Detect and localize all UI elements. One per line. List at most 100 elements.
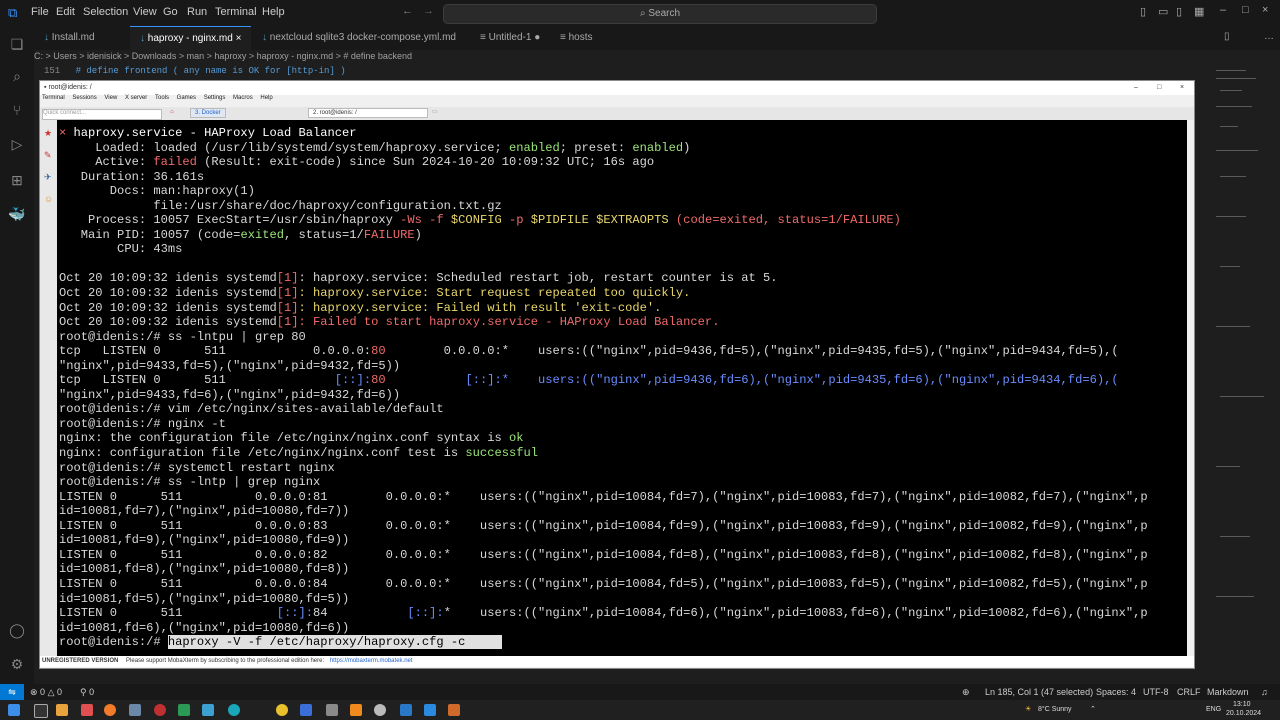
notifications-bell-icon[interactable]: ♫	[1261, 687, 1268, 697]
problems-indicator[interactable]: ⊗ 0 △ 0	[30, 687, 62, 698]
tab-nextcloud-md[interactable]: ↓ nextcloud sqlite3 docker-compose.yml.m…	[252, 26, 466, 50]
customize-layout-icon[interactable]: ▦	[1194, 5, 1204, 18]
menu-view[interactable]: View	[133, 6, 157, 18]
language-mode[interactable]: Markdown	[1207, 687, 1249, 697]
split-editor-icon[interactable]: ▯	[1224, 31, 1230, 42]
taskbar-app-2[interactable]	[81, 704, 93, 716]
menu-go[interactable]: Go	[163, 6, 178, 18]
taskbar-vlc-icon[interactable]	[350, 704, 362, 716]
moba-menu-macros[interactable]: Macros	[233, 95, 253, 101]
close-icon[interactable]: ×	[1262, 4, 1268, 16]
home-tab-icon[interactable]: ⌂	[170, 109, 174, 115]
run-debug-icon[interactable]: ▷	[8, 136, 26, 154]
tools-icon[interactable]: ✎	[44, 150, 52, 161]
source-control-icon[interactable]: ⑂	[8, 102, 26, 120]
explorer-icon[interactable]: ❏	[8, 36, 26, 54]
moba-menu-terminal[interactable]: Terminal	[42, 95, 65, 101]
menu-help[interactable]: Help	[262, 6, 285, 18]
moba-minimize-icon[interactable]: –	[1134, 81, 1138, 95]
taskbar-app-10[interactable]	[400, 704, 412, 716]
moba-menu-games[interactable]: Games	[177, 95, 196, 101]
maximize-icon[interactable]: □	[1242, 4, 1249, 16]
ports-indicator[interactable]: ⚲ 0	[80, 687, 94, 698]
tab-untitled-1[interactable]: ≡ Untitled-1 ●	[470, 26, 550, 50]
tab-close-icon[interactable]: ×	[236, 33, 242, 44]
encoding[interactable]: UTF-8	[1143, 687, 1169, 697]
layout-panel-icon[interactable]: ▭	[1158, 5, 1168, 18]
menu-run[interactable]: Run	[187, 6, 207, 18]
taskbar-app-files[interactable]	[34, 704, 48, 718]
moba-menu-help[interactable]: Help	[260, 95, 272, 101]
layout-sidebar-icon[interactable]: ▯	[1140, 5, 1146, 18]
indentation[interactable]: Spaces: 4	[1096, 687, 1136, 697]
taskbar-app-1[interactable]	[56, 704, 68, 716]
term-line: Main PID: 10057 (code=exited, status=1/F…	[59, 227, 422, 242]
warning-count: 0	[57, 687, 63, 697]
moba-menu-xserver[interactable]: X server	[125, 95, 147, 101]
start-icon[interactable]	[8, 704, 20, 716]
taskbar-app-9[interactable]	[374, 704, 386, 716]
eol[interactable]: CRLF	[1177, 687, 1201, 697]
taskbar-app-4[interactable]	[154, 704, 166, 716]
sftp-icon[interactable]: ✈	[44, 172, 52, 183]
docker-icon[interactable]: 🐳	[8, 206, 26, 224]
taskbar-mobaxterm-icon[interactable]	[448, 704, 460, 716]
tab-label: nextcloud sqlite3 docker-compose.yml.md	[269, 32, 456, 43]
minimap[interactable]	[1212, 66, 1270, 656]
taskbar-app-8[interactable]	[326, 704, 338, 716]
account-icon[interactable]: ◯	[8, 622, 26, 640]
tab-hosts[interactable]: ≡ hosts	[550, 26, 603, 50]
search-view-icon[interactable]: ⌕	[8, 68, 26, 86]
support-link[interactable]: https://mobaxterm.mobatek.net	[330, 658, 413, 664]
menu-edit[interactable]: Edit	[56, 6, 75, 18]
moba-menu-tools[interactable]: Tools	[155, 95, 169, 101]
layout-secondary-icon[interactable]: ▯	[1176, 5, 1182, 18]
selected-command[interactable]: haproxy -V -f /etc/haproxy/haproxy.cfg -…	[167, 635, 466, 650]
command-search[interactable]: ⌕ Search	[443, 4, 877, 24]
back-arrow-icon[interactable]: ←	[402, 5, 413, 17]
moba-maximize-icon[interactable]: □	[1157, 81, 1161, 95]
menu-file[interactable]: File	[31, 6, 49, 18]
manage-gear-icon[interactable]: ⚙	[8, 656, 26, 674]
tab-label: hosts	[568, 32, 593, 43]
more-actions-icon[interactable]: …	[1264, 31, 1274, 42]
minimize-icon[interactable]: –	[1220, 4, 1226, 16]
taskbar-chrome-icon[interactable]	[276, 704, 288, 716]
taskbar-firefox-icon[interactable]	[104, 704, 116, 716]
terminal-scrollbar[interactable]	[1187, 120, 1194, 656]
tray-chevron-icon[interactable]: ⌃	[1090, 705, 1096, 713]
extensions-icon[interactable]: ⊞	[8, 172, 26, 190]
macros-icon[interactable]: ☺	[44, 194, 53, 204]
menu-terminal[interactable]: Terminal	[215, 6, 257, 18]
zoom-icon[interactable]: ⊕	[962, 687, 970, 698]
clock-date[interactable]: 20.10.2024	[1226, 710, 1261, 717]
new-tab-icon[interactable]: ▭	[432, 108, 438, 115]
clock-time[interactable]: 13:10	[1233, 701, 1251, 708]
language-indicator[interactable]: ENG	[1206, 706, 1221, 713]
sessions-star-icon[interactable]: ★	[44, 128, 52, 139]
taskbar-app-6[interactable]	[202, 704, 214, 716]
taskbar-app-7[interactable]	[300, 704, 312, 716]
moba-menu-settings[interactable]: Settings	[204, 95, 226, 101]
tab-install-md[interactable]: ↓ Install.md	[34, 26, 105, 50]
moba-menu-view[interactable]: View	[104, 95, 117, 101]
moba-menu-sessions[interactable]: Sessions	[72, 95, 96, 101]
moba-tab-docker[interactable]: 3. Docker	[190, 108, 226, 118]
breadcrumb[interactable]: C: > Users > idenisick > Downloads > man…	[34, 51, 412, 65]
taskbar-app-3[interactable]	[129, 704, 141, 716]
tab-haproxy-nginx-md[interactable]: ↓ haproxy - nginx.md ×	[130, 26, 252, 51]
term-line: Oct 20 10:09:32 idenis systemd[1]: hapro…	[59, 271, 778, 286]
term-prompt-line: root@idenis:/# haproxy -V -f /etc/haprox…	[59, 635, 502, 650]
menu-selection[interactable]: Selection	[83, 6, 128, 18]
moba-close-icon[interactable]: ×	[1180, 81, 1184, 95]
cursor-position[interactable]: Ln 185, Col 1 (47 selected)	[985, 687, 1093, 697]
moba-tab-root[interactable]: 2. root@idenis: /	[308, 108, 428, 118]
taskbar-app-5[interactable]	[178, 704, 190, 716]
terminal[interactable]: × haproxy.service - HAProxy Load Balance…	[57, 120, 1187, 656]
weather-text[interactable]: 8°C Sunny	[1038, 706, 1072, 713]
taskbar-edge-icon[interactable]	[228, 704, 240, 716]
quick-connect-input[interactable]: Quick connect...	[42, 109, 162, 120]
taskbar-vscode-icon[interactable]	[424, 704, 436, 716]
forward-arrow-icon[interactable]: →	[423, 5, 434, 17]
remote-icon[interactable]: ⇋	[0, 684, 24, 700]
